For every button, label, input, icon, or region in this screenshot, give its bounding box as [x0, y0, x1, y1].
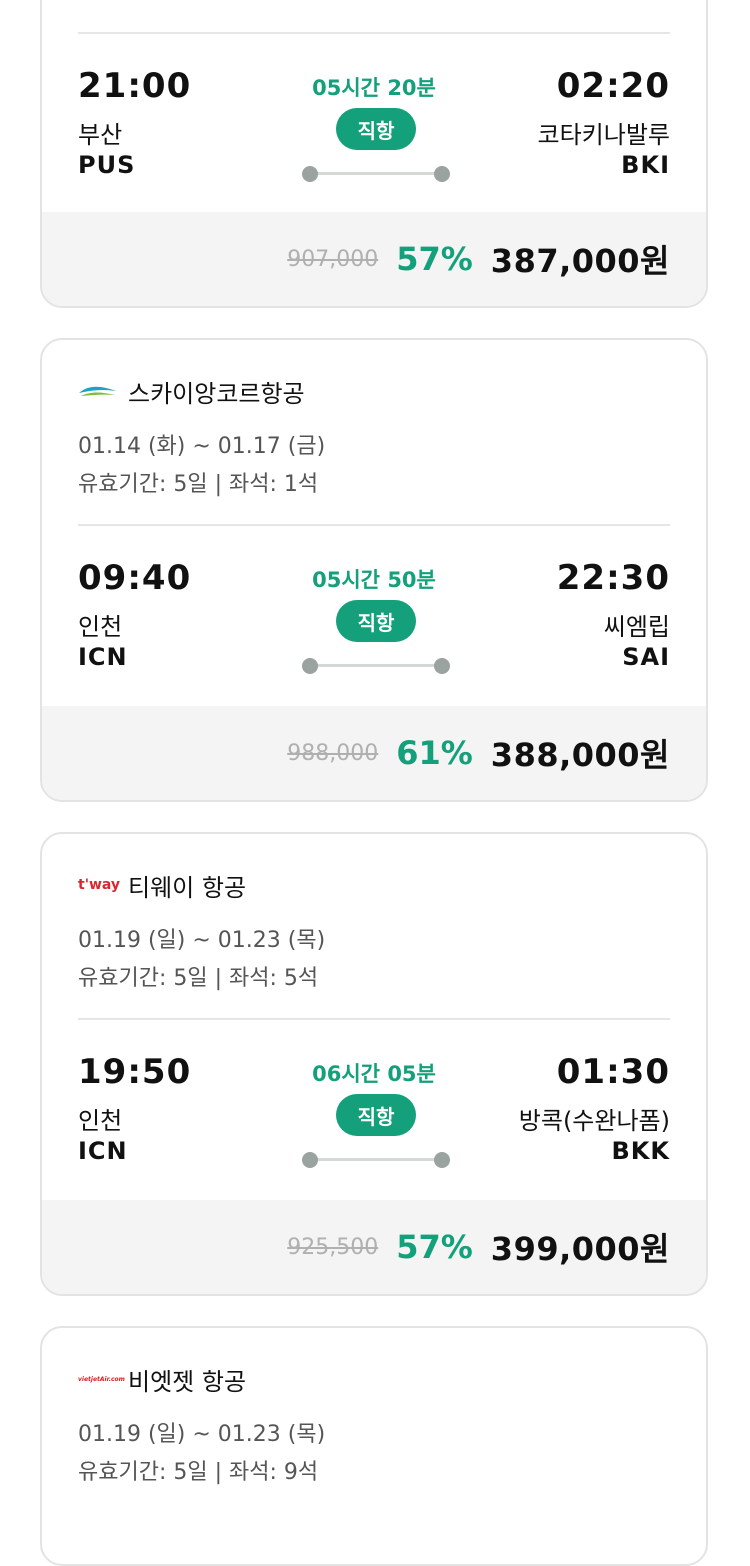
arrival-time: 22:30	[556, 558, 670, 598]
validity-seats: 유효기간: 5일 | 좌석: 5석	[78, 966, 319, 991]
final-price: 388,000원	[490, 736, 670, 774]
price-bar: 988,000 61% 388,000원	[42, 706, 706, 800]
direct-badge: 직항	[336, 1094, 416, 1136]
arrival-code: BKK	[611, 1137, 670, 1165]
airline-name: 스카이앙코르항공	[128, 379, 305, 408]
travel-dates: 01.19 (일) ~ 01.23 (목)	[78, 1422, 326, 1447]
discount-rate: 61%	[396, 734, 473, 772]
arrival-code: SAI	[622, 643, 670, 671]
departure-city: 부산	[78, 121, 123, 149]
route-line	[302, 165, 450, 183]
final-price: 387,000원	[490, 242, 670, 280]
final-price: 399,000원	[490, 1230, 670, 1268]
departure-code: PUS	[78, 151, 136, 179]
route-line	[302, 657, 450, 675]
destination-dot	[434, 166, 450, 182]
original-price: 907,000	[287, 246, 379, 272]
origin-dot	[302, 658, 318, 674]
arrival-time: 01:30	[556, 1052, 670, 1092]
arrival-city: 씨엠립	[603, 613, 670, 641]
origin-dot	[302, 1152, 318, 1168]
travel-dates: 01.14 (화) ~ 01.17 (금)	[78, 434, 326, 459]
discount-rate: 57%	[396, 1228, 473, 1266]
arrival-time: 02:20	[556, 66, 670, 106]
validity-seats: 유효기간: 5일 | 좌석: 1석	[78, 472, 319, 497]
departure-code: ICN	[78, 643, 128, 671]
vietjet-logo-icon: vietjetAir.com	[78, 1375, 125, 1383]
departure-city: 인천	[78, 1107, 123, 1135]
route-line	[302, 1151, 450, 1169]
original-price: 925,500	[287, 1234, 379, 1260]
price-bar: 907,000 57% 387,000원	[42, 212, 706, 306]
origin-dot	[302, 166, 318, 182]
flight-card[interactable]: 21:00 부산 PUS 05시간 20분 직항 02:20 코타키나발루 BK…	[40, 0, 708, 308]
sky-angkor-logo-icon	[78, 381, 118, 401]
direct-badge: 직항	[336, 600, 416, 642]
flight-card[interactable]: vietjetAir.com 비엣젯 항공 01.19 (일) ~ 01.23 …	[40, 1326, 708, 1566]
airline-name: 티웨이 항공	[128, 873, 247, 902]
card-divider	[78, 32, 670, 34]
discount-rate: 57%	[396, 240, 473, 278]
departure-code: ICN	[78, 1137, 128, 1165]
airline-header: t'way 티웨이 항공	[78, 868, 246, 902]
arrival-code: BKI	[621, 151, 670, 179]
tway-logo-icon: t'way	[78, 877, 121, 893]
destination-dot	[434, 658, 450, 674]
departure-city: 인천	[78, 613, 123, 641]
card-divider	[78, 1018, 670, 1020]
price-bar: 925,500 57% 399,000원	[42, 1200, 706, 1294]
original-price: 988,000	[287, 740, 379, 766]
arrival-city: 코타키나발루	[537, 121, 670, 149]
airline-name: 비엣젯 항공	[128, 1367, 247, 1396]
airline-header: vietjetAir.com 비엣젯 항공	[78, 1362, 246, 1396]
flight-card[interactable]: 스카이앙코르항공 01.14 (화) ~ 01.17 (금) 유효기간: 5일 …	[40, 338, 708, 802]
airline-header: 스카이앙코르항공	[78, 374, 305, 408]
destination-dot	[434, 1152, 450, 1168]
travel-dates: 01.19 (일) ~ 01.23 (목)	[78, 928, 326, 953]
validity-seats: 유효기간: 5일 | 좌석: 9석	[78, 1460, 319, 1485]
flight-card[interactable]: t'way 티웨이 항공 01.19 (일) ~ 01.23 (목) 유효기간:…	[40, 832, 708, 1296]
card-divider	[78, 524, 670, 526]
arrival-city: 방콕(수완나폼)	[518, 1107, 670, 1135]
direct-badge: 직항	[336, 108, 416, 150]
